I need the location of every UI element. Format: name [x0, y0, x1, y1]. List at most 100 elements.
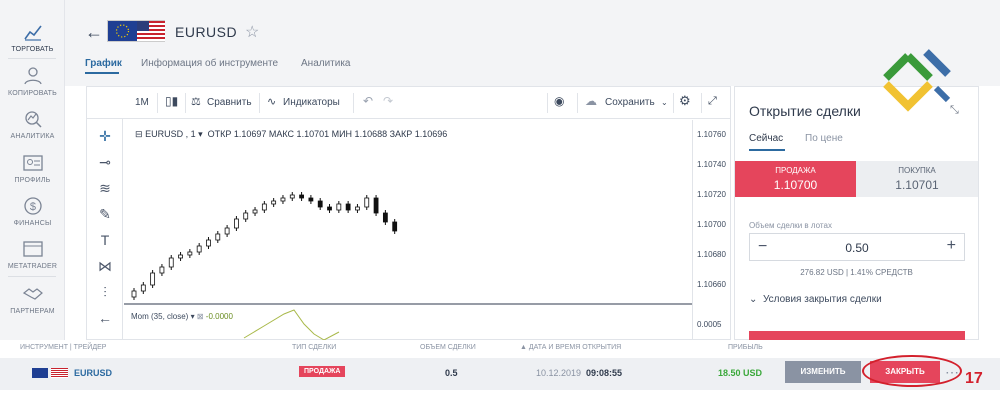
candle-type-icon[interactable]: ▯▮ — [165, 94, 178, 108]
position-volume: 0.5 — [445, 368, 458, 378]
candle — [392, 221, 398, 232]
tab-by-price[interactable]: По цене — [805, 133, 843, 144]
line-tool-icon[interactable]: ⊸ — [96, 153, 114, 171]
timeframe-button[interactable]: 1M — [135, 97, 149, 108]
toolbar-divider — [547, 93, 548, 113]
price-tick-label: 1.10700 — [697, 220, 726, 229]
sidebar-item-copy[interactable]: КОПИРОВАТЬ — [0, 66, 65, 97]
window-icon — [22, 241, 43, 257]
save-button[interactable]: Сохранить — [605, 97, 655, 108]
svg-text:$: $ — [29, 201, 35, 213]
position-row[interactable]: EURUSD ПРОДАЖА 0.5 10.12.2019 09:08:55 1… — [0, 358, 1000, 390]
col-type: ТИП СДЕЛКИ — [292, 344, 337, 351]
tab-chart[interactable]: График — [85, 58, 122, 69]
price-axis: 1.10760 1.10740 1.10720 1.10700 1.10680 1.106… — [692, 120, 732, 340]
save-dropdown-chevron-icon[interactable]: ⌄ — [661, 98, 668, 107]
volume-input[interactable]: 0.50 — [750, 241, 964, 255]
candle — [373, 197, 379, 214]
trade-type-badge: ПРОДАЖА — [299, 366, 346, 377]
increase-icon[interactable]: + — [947, 237, 956, 255]
candle — [271, 200, 277, 205]
sidebar-item-label: ПРОФИЛЬ — [14, 177, 51, 184]
candle — [382, 212, 388, 223]
positions-header: ИНСТРУМЕНТ | ТРЕЙДЕР ТИП СДЕЛКИ ОБЪЕМ СД… — [0, 340, 1000, 358]
favorite-star-icon[interactable]: ☆ — [245, 22, 259, 42]
candle — [224, 227, 230, 235]
camera-icon[interactable]: ◉ — [554, 94, 564, 108]
price-tick-label: 1.10680 — [697, 250, 726, 259]
col-date[interactable]: ▲ ДАТА И ВРЕМЯ ОТКРЫТИЯ — [520, 344, 621, 351]
candle — [355, 206, 360, 211]
sidebar-item-analytics[interactable]: АНАЛИТИКА — [0, 109, 65, 140]
sell-label: ПРОДАЖА — [775, 166, 816, 175]
candle — [280, 197, 286, 202]
toolbar-divider — [259, 93, 260, 113]
chart-icon — [23, 25, 42, 41]
decrease-icon[interactable]: − — [758, 238, 767, 256]
compare-button[interactable]: Сравнить — [207, 97, 252, 108]
prediction-tool-icon[interactable]: ⫶ — [96, 283, 114, 301]
candle — [336, 203, 342, 211]
col-instrument: ИНСТРУМЕНТ | ТРЕЙДЕР — [20, 344, 107, 351]
undo-icon[interactable]: ↶ — [363, 94, 373, 108]
toolbar-divider — [701, 93, 702, 113]
sidebar-item-partners[interactable]: ПАРТНЕРАМ — [0, 284, 65, 315]
margin-info: 276.82 USD | 1.41% СРЕДСТВ — [800, 268, 913, 277]
back-arrow-tool-icon[interactable]: ← — [96, 309, 114, 327]
redo-icon[interactable]: ↷ — [383, 94, 393, 108]
fibonacci-tool-icon[interactable]: ≋ — [96, 179, 114, 197]
position-instrument[interactable]: EURUSD — [74, 368, 112, 378]
sidebar-item-label: КОПИРОВАТЬ — [8, 90, 57, 97]
candle — [140, 284, 146, 292]
candle — [308, 197, 314, 202]
toolbar-divider — [673, 93, 674, 113]
toolbar-divider — [577, 93, 578, 113]
position-time: 09:08:55 — [586, 368, 623, 378]
tab-analytics[interactable]: Аналитика — [301, 58, 351, 69]
candle — [131, 290, 137, 298]
fullscreen-icon[interactable]: ⤢ — [708, 95, 717, 108]
candle — [243, 212, 249, 220]
sidebar-item-metatrader[interactable]: METATRADER — [0, 239, 65, 270]
crosshair-icon[interactable]: ✛ — [96, 127, 114, 145]
annotation-circle — [862, 355, 962, 387]
candle — [178, 254, 183, 259]
settings-gear-icon[interactable]: ⚙ — [679, 93, 691, 109]
sidebar-item-finance[interactable]: $ ФИНАНСЫ — [0, 196, 65, 227]
price-tick-label: 1.10760 — [697, 130, 726, 139]
tab-instrument-info[interactable]: Информация об инструменте — [141, 58, 278, 69]
close-conditions-toggle[interactable]: ⌄ Условия закрытия сделки — [749, 294, 882, 305]
price-chart[interactable] — [124, 120, 692, 340]
sidebar-item-profile[interactable]: ПРОФИЛЬ — [0, 153, 65, 184]
annotation-number: 17 — [965, 370, 983, 387]
sidebar-divider — [8, 276, 56, 277]
remove-indicator-icon[interactable]: ⊠ — [197, 312, 204, 321]
sidebar: ТОРГОВАТЬ КОПИРОВАТЬ АНАЛИТИКА ПРОФИЛЬ $… — [0, 0, 65, 340]
text-tool-icon[interactable]: T — [96, 231, 114, 249]
indicators-icon[interactable]: ∿ — [267, 95, 276, 108]
edit-button[interactable]: ИЗМЕНИТЬ — [785, 361, 861, 383]
indicators-button[interactable]: Индикаторы — [283, 97, 340, 108]
sidebar-item-label: METATRADER — [7, 263, 58, 270]
brush-tool-icon[interactable]: ✎ — [96, 205, 114, 223]
sell-button[interactable]: ПРОДАЖА 1.10700 — [735, 161, 856, 197]
buy-button[interactable]: ПОКУПКА 1.10701 — [856, 161, 978, 197]
close-conditions-label: Условия закрытия сделки — [762, 294, 882, 305]
users-icon — [23, 67, 42, 85]
toolbar-divider — [185, 93, 186, 113]
compare-icon[interactable]: ⚖ — [191, 95, 201, 108]
momentum-line — [243, 309, 340, 340]
buy-price: 1.10701 — [895, 178, 939, 192]
volume-label: Объем сделки в лотах — [749, 221, 832, 230]
back-arrow-icon[interactable]: ← — [85, 22, 103, 43]
sidebar-item-trade[interactable]: ТОРГОВАТЬ — [0, 22, 65, 53]
handshake-icon — [22, 288, 43, 300]
expand-panel-icon[interactable]: ⤡ — [950, 104, 959, 117]
active-tab-indicator — [749, 149, 785, 151]
candle — [206, 239, 211, 247]
pattern-tool-icon[interactable]: ⋈ — [96, 257, 114, 275]
indicator-chevron-icon[interactable]: ▾ — [191, 312, 195, 321]
volume-stepper: 0.50 − + — [749, 233, 965, 261]
candle — [327, 206, 332, 211]
tab-now[interactable]: Сейчас — [749, 133, 783, 144]
